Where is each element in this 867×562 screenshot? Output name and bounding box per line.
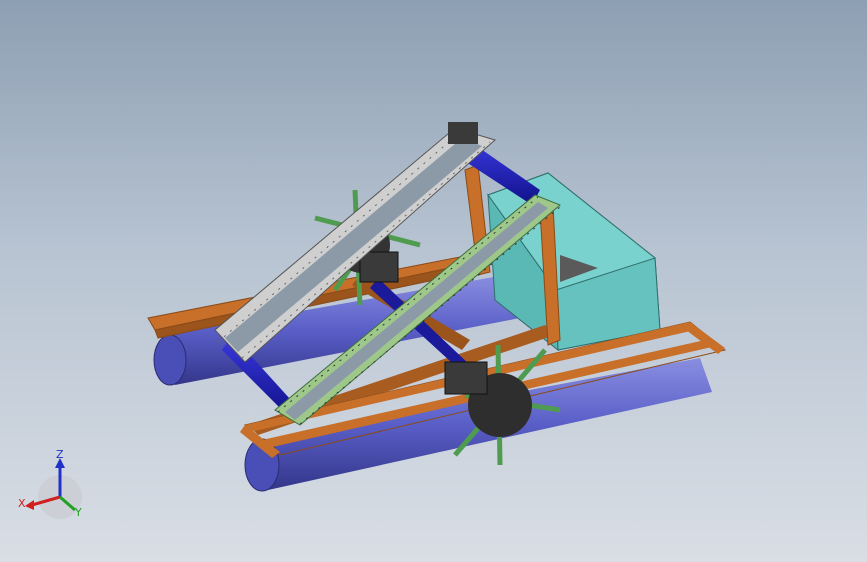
z-label: Z xyxy=(56,448,64,461)
hopper xyxy=(487,172,661,352)
view-triad[interactable]: Z X Y xyxy=(18,448,82,519)
model-scene[interactable]: Z X Y xyxy=(0,0,867,562)
x-label: X xyxy=(18,497,26,510)
y-label: Y xyxy=(74,506,82,519)
cad-viewport[interactable]: Z X Y xyxy=(0,0,867,562)
